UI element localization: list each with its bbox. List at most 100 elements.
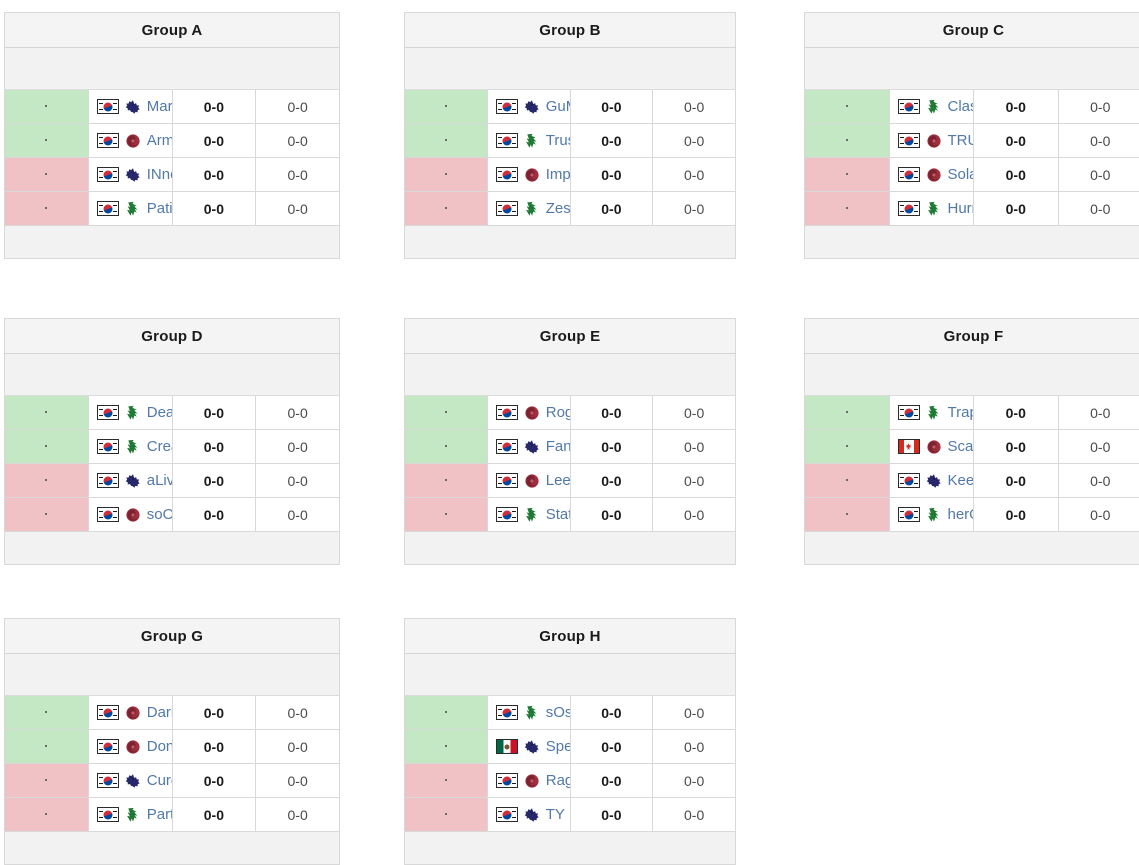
table-row[interactable]: Armani0-00-0 bbox=[4, 123, 340, 158]
table-row[interactable]: KeeN0-00-0 bbox=[804, 463, 1139, 498]
table-row[interactable]: FanTaSy0-00-0 bbox=[404, 429, 736, 464]
player-name-link[interactable]: TY bbox=[546, 807, 565, 823]
terran-race-icon bbox=[926, 473, 942, 489]
status-dot-icon bbox=[845, 105, 848, 108]
table-row[interactable]: Trust0-00-0 bbox=[404, 123, 736, 158]
match-score-cell: 0-0 bbox=[171, 123, 257, 158]
player-name-link[interactable]: Maru bbox=[147, 99, 171, 115]
player-name-link[interactable]: FanTaSy bbox=[546, 439, 569, 455]
table-row[interactable]: Zest0-00-0 bbox=[404, 191, 736, 226]
player-name-link[interactable]: Solar bbox=[948, 167, 973, 183]
group-footer-row bbox=[4, 531, 340, 565]
group-title: Group D bbox=[4, 318, 340, 354]
player-cell: TRUE bbox=[888, 123, 974, 158]
player-name-link[interactable]: DongRaeGu bbox=[147, 739, 171, 755]
table-row[interactable]: Patience0-00-0 bbox=[4, 191, 340, 226]
table-row[interactable]: Hurricane0-00-0 bbox=[804, 191, 1139, 226]
player-name-link[interactable]: SpeCial bbox=[546, 739, 569, 755]
player-cell: Armani bbox=[87, 123, 173, 158]
table-row[interactable]: sOs 0-0 0-0 bbox=[404, 695, 736, 730]
flag-south-korea-icon bbox=[96, 507, 119, 522]
player-name-link[interactable]: Scarlett bbox=[948, 439, 973, 455]
status-indicator-advance bbox=[4, 729, 89, 764]
player-name-link[interactable]: Hurricane bbox=[948, 201, 973, 217]
player-name-link[interactable]: sOs bbox=[546, 705, 569, 721]
table-row[interactable]: Stats0-00-0 bbox=[404, 497, 736, 532]
player-cell: INnoVation bbox=[87, 157, 173, 192]
player-name-link[interactable]: Patience bbox=[147, 201, 171, 217]
flag-south-korea-icon bbox=[897, 473, 920, 488]
player-name-link[interactable]: INnoVation bbox=[147, 167, 171, 183]
status-dot-icon bbox=[845, 139, 848, 142]
status-indicator-eliminate bbox=[4, 497, 89, 532]
subheader-cell bbox=[804, 353, 1139, 396]
table-row[interactable]: Solar0-00-0 bbox=[804, 157, 1139, 192]
player-name-link[interactable]: Classic bbox=[948, 99, 973, 115]
player-cell: Rogue bbox=[486, 395, 571, 430]
group-title: Group B bbox=[404, 12, 736, 48]
player-inner: TY bbox=[495, 807, 569, 823]
status-dot-icon bbox=[845, 173, 848, 176]
table-row[interactable]: Creator0-00-0 bbox=[4, 429, 340, 464]
table-row[interactable]: Trap0-00-0 bbox=[804, 395, 1139, 430]
flag-south-korea-icon bbox=[96, 705, 119, 720]
table-row[interactable]: GuMiho0-00-0 bbox=[404, 89, 736, 124]
status-indicator-advance bbox=[404, 695, 488, 730]
game-score-cell: 0-0 bbox=[652, 463, 736, 498]
status-dot-icon bbox=[444, 139, 447, 142]
player-name-link[interactable]: herO bbox=[948, 507, 973, 523]
table-row[interactable]: Dark0-00-0 bbox=[4, 695, 340, 730]
protoss-race-icon bbox=[125, 439, 141, 455]
player-name-link[interactable]: Armani bbox=[147, 133, 171, 149]
player-name-link[interactable]: TRUE bbox=[948, 133, 973, 149]
table-row[interactable]: Scarlett0-00-0 bbox=[804, 429, 1139, 464]
player-name-link[interactable]: Dear bbox=[147, 405, 171, 421]
player-name-link[interactable]: KeeN bbox=[948, 473, 973, 489]
group-footer-row bbox=[4, 225, 340, 259]
player-name-link[interactable]: Rogue bbox=[546, 405, 569, 421]
player-name-link[interactable]: GuMiho bbox=[546, 99, 569, 115]
table-row[interactable]: aLive0-00-0 bbox=[4, 463, 340, 498]
player-name-link[interactable]: aLive bbox=[147, 473, 171, 489]
group-footer-row bbox=[4, 831, 340, 865]
player-name-link[interactable]: Cure bbox=[147, 773, 171, 789]
player-name-link[interactable]: Impact bbox=[546, 167, 569, 183]
table-row[interactable]: Impact0-00-0 bbox=[404, 157, 736, 192]
player-name-link[interactable]: PartinG bbox=[147, 807, 171, 823]
table-row[interactable]: soO 0-0 0-0 bbox=[4, 497, 340, 532]
player-name-link[interactable]: Dark bbox=[147, 705, 171, 721]
table-row[interactable]: RagnaroK0-00-0 bbox=[404, 763, 736, 798]
table-row[interactable]: DongRaeGu0-00-0 bbox=[4, 729, 340, 764]
player-name-link[interactable]: RagnaroK bbox=[546, 773, 569, 789]
player-name-link[interactable]: Leenock bbox=[546, 473, 569, 489]
terran-race-icon bbox=[524, 99, 540, 115]
player-name-link[interactable]: Stats bbox=[546, 507, 569, 523]
table-row[interactable]: Cure0-00-0 bbox=[4, 763, 340, 798]
table-row[interactable]: TRUE0-00-0 bbox=[804, 123, 1139, 158]
group-footer-row bbox=[404, 831, 736, 865]
table-row[interactable]: Leenock0-00-0 bbox=[404, 463, 736, 498]
player-name-link[interactable]: Trap bbox=[948, 405, 973, 421]
status-dot-icon bbox=[444, 207, 447, 210]
table-row[interactable]: Dear0-00-0 bbox=[4, 395, 340, 430]
table-row[interactable]: INnoVation0-00-0 bbox=[4, 157, 340, 192]
player-name-link[interactable]: soO bbox=[147, 507, 171, 523]
status-indicator-eliminate bbox=[4, 191, 89, 226]
table-row[interactable]: Classic0-00-0 bbox=[804, 89, 1139, 124]
subheader-cell bbox=[4, 353, 340, 396]
group-footer-row bbox=[804, 531, 1139, 565]
status-indicator-eliminate bbox=[804, 497, 890, 532]
table-row[interactable]: herO0-00-0 bbox=[804, 497, 1139, 532]
table-row[interactable]: SpeCial0-00-0 bbox=[404, 729, 736, 764]
player-name-link[interactable]: Creator bbox=[147, 439, 171, 455]
match-score-cell: 0-0 bbox=[973, 123, 1059, 158]
player-name-link[interactable]: Zest bbox=[546, 201, 569, 217]
player-name-link[interactable]: Trust bbox=[546, 133, 569, 149]
flag-south-korea-icon bbox=[495, 99, 518, 114]
table-row[interactable]: Rogue0-00-0 bbox=[404, 395, 736, 430]
flag-canada-icon bbox=[897, 439, 920, 454]
game-score-cell: 0-0 bbox=[255, 695, 340, 730]
table-row[interactable]: Maru0-00-0 bbox=[4, 89, 340, 124]
table-row[interactable]: TY 0-0 0-0 bbox=[404, 797, 736, 832]
table-row[interactable]: PartinG0-00-0 bbox=[4, 797, 340, 832]
